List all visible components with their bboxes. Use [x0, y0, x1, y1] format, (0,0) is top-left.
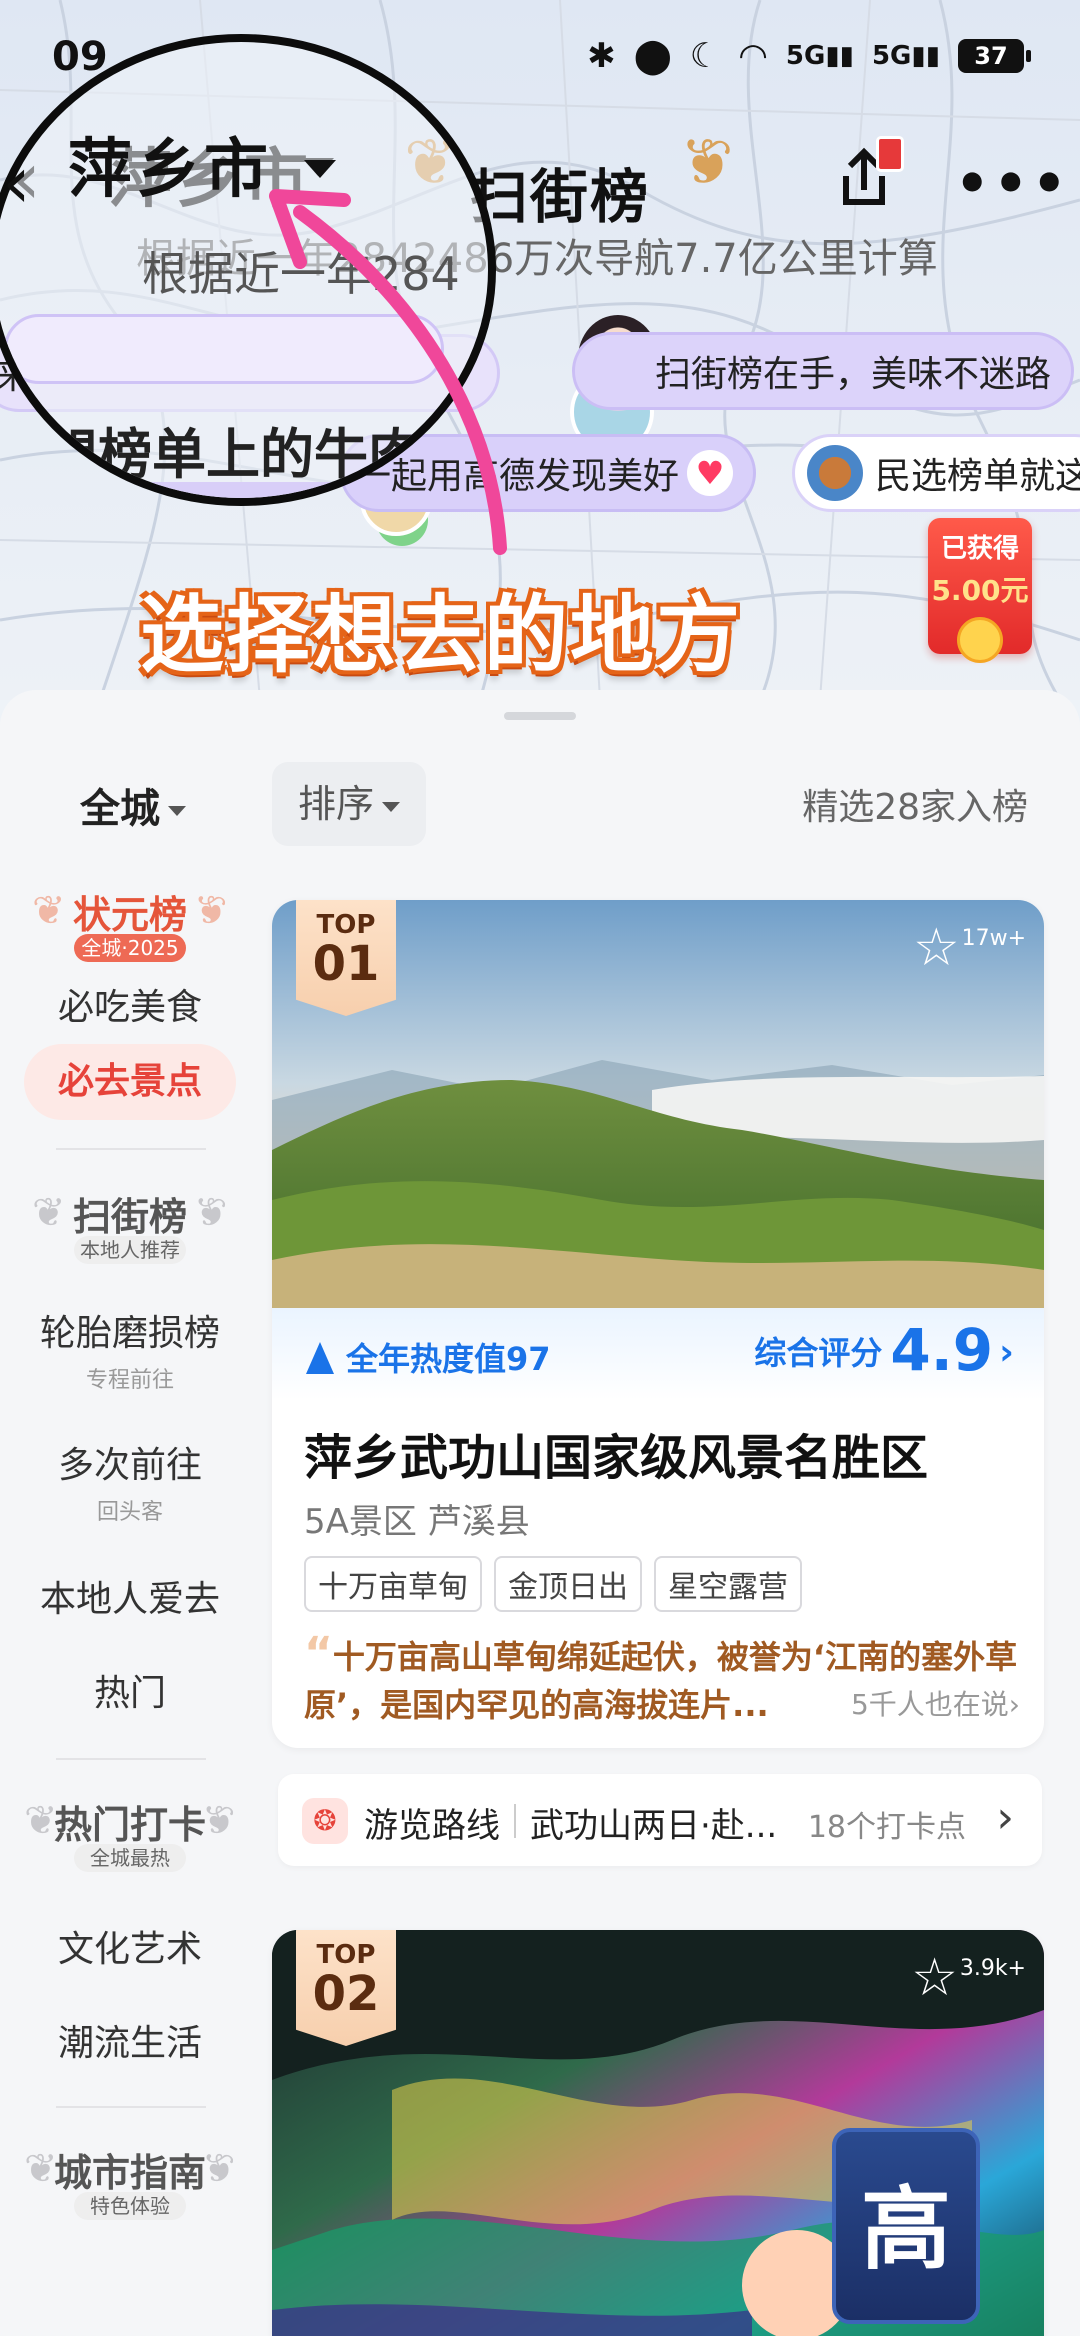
drag-handle[interactable]	[504, 712, 576, 720]
sidebar-item-sights[interactable]: 必去景点	[24, 1044, 236, 1120]
poi-tags: 十万亩草甸 金顶日出 星空露营	[304, 1556, 802, 1612]
rank-number: 02	[312, 1966, 380, 2022]
sidebar-group-checkin[interactable]: ❦ 热门打卡 ❦ 全城最热	[24, 1790, 236, 1880]
divider	[514, 1804, 516, 1838]
sidebar-group-guide[interactable]: ❦ 城市指南 ❦ 特色体验	[24, 2138, 236, 2228]
chevron-right-icon: ›	[999, 1332, 1014, 1373]
navigation-arrow-icon	[306, 1342, 334, 1374]
laurel-icon: ❦	[202, 2146, 236, 2192]
group-sub: 全城·2025	[74, 934, 186, 962]
sidebar-item-label: 多次前往	[57, 1445, 202, 1486]
heat-value: 全年热度值97	[306, 1334, 551, 1380]
score-value: 4.9	[890, 1316, 994, 1384]
favorite-count: 3.9k+	[959, 1956, 1026, 1981]
favorite-button[interactable]: ☆ 17w+	[913, 922, 1026, 974]
sidebar-item-culture[interactable]: 文化艺术	[0, 1920, 260, 1972]
sort-filter[interactable]: 排序	[272, 762, 427, 846]
group-title: 城市指南	[53, 2151, 206, 2195]
sidebar-group-street[interactable]: ❦ 扫街榜 ❦ 本地人推荐	[30, 1182, 230, 1272]
city-filter[interactable]: 全城	[80, 776, 186, 834]
poi-meta: 5A景区 芦溪县	[304, 1502, 530, 1542]
ranking-sheet: 全城 排序 精选28家入榜 ❦ 状元榜 ❦ 全城·2025 必吃美食 必去景点 …	[0, 690, 1080, 2336]
group-sub: 全城最热	[74, 1844, 186, 1872]
group-title: 热门打卡	[53, 1803, 206, 1847]
chevron-right-icon: ›	[996, 1792, 1014, 1843]
favorite-count: 17w+	[961, 926, 1026, 951]
route-label: 游览路线	[364, 1806, 500, 1846]
group-sub: 特色体验	[74, 2192, 186, 2220]
laurel-icon: ❦	[194, 1190, 228, 1236]
wreath-badge: ❦ 热门打卡 ❦ 全城最热	[24, 1790, 236, 1880]
hero-map: 09 ✱ ⬤ ☾ ◠ 5G▮▮ 5G▮▮ 37 ‹ 萍乡市 ❦ 扫街榜 ❦ ••…	[0, 0, 1080, 700]
coin-icon	[957, 617, 1003, 663]
star-icon: ☆	[912, 918, 960, 978]
rank-badge: TOP 01	[296, 900, 396, 1016]
rank-badge: TOP 02	[296, 1930, 396, 2046]
heat-score-row: 全年热度值97 综合评分 4.9 ›	[272, 1308, 1044, 1400]
category-sidebar: ❦ 状元榜 ❦ 全城·2025 必吃美食 必去景点 ❦ 扫街榜 ❦ 本地人推荐 …	[0, 880, 260, 2336]
sidebar-item-local[interactable]: 本地人爱去	[0, 1570, 260, 1622]
red-packet-badge[interactable]: 已获得 5.00元	[928, 518, 1032, 663]
sidebar-item-food[interactable]: 必吃美食	[0, 978, 260, 1030]
gaode-card-overlay[interactable]: 高	[832, 2128, 980, 2324]
poi-title[interactable]: 萍乡武功山国家级风景名胜区	[304, 1418, 928, 1488]
sidebar-item-repeat[interactable]: 多次前往 回头客	[0, 1436, 260, 1526]
divider	[56, 1758, 206, 1760]
red-packet-label: 已获得	[940, 534, 1019, 564]
sidebar-item-hot[interactable]: 热门	[0, 1664, 260, 1716]
heat-text: 全年热度值97	[346, 1340, 551, 1378]
sidebar-group-champion[interactable]: ❦ 状元榜 ❦ 全城·2025	[30, 880, 230, 970]
sidebar-item-trend[interactable]: 潮流生活	[0, 2014, 260, 2066]
rank-label: TOP	[316, 1940, 376, 1970]
card-photo[interactable]: TOP 02 ☆ 3.9k+ 高	[272, 1930, 1044, 2336]
route-count: 18个打卡点	[807, 1810, 966, 1845]
wreath-badge: ❦ 状元榜 ❦ 全城·2025	[30, 880, 230, 970]
cta-banner: 选择想去的地方	[140, 586, 743, 684]
divider	[56, 1148, 206, 1150]
score-label: 综合评分	[754, 1334, 883, 1372]
route-title: 武功山两日·赴...	[530, 1806, 778, 1846]
filter-bar: 全城 排序 精选28家入榜	[0, 754, 1080, 846]
result-count: 精选28家入榜	[802, 787, 1028, 828]
route-icon: ❂	[302, 1798, 348, 1844]
review-quote[interactable]: “十万亩高山草甸绵延起伏，被誉为‘江南的塞外草原’，是国内罕见的高海拔连片...…	[304, 1630, 1020, 1729]
overall-score[interactable]: 综合评分 4.9 ›	[754, 1316, 1014, 1384]
ranking-card[interactable]: TOP 02 ☆ 3.9k+ 高	[272, 1930, 1044, 2336]
laurel-icon: ❦	[194, 888, 228, 934]
rank-label: TOP	[316, 910, 376, 940]
divider	[56, 2106, 206, 2108]
sidebar-item-label: 轮胎磨损榜	[39, 1313, 220, 1354]
sidebar-item-sub: 专程前往	[85, 1368, 174, 1393]
red-packet-amount: 5.00元	[931, 574, 1029, 607]
favorite-button[interactable]: ☆ 3.9k+	[911, 1952, 1026, 2004]
star-icon: ☆	[911, 1948, 958, 2008]
sidebar-item-sub: 回头客	[96, 1500, 163, 1525]
card-photo[interactable]: TOP 01 ☆ 17w+	[272, 900, 1044, 1308]
tag: 星空露营	[654, 1556, 802, 1612]
sidebar-item-tire[interactable]: 轮胎磨损榜 专程前往	[0, 1304, 260, 1394]
tag: 金顶日出	[494, 1556, 642, 1612]
wreath-badge: ❦ 城市指南 ❦ 特色体验	[24, 2138, 236, 2228]
laurel-icon: ❦	[202, 1798, 236, 1844]
rank-number: 01	[312, 936, 380, 992]
route-bar[interactable]: ❂ 游览路线 武功山两日·赴... 18个打卡点 ›	[278, 1774, 1042, 1866]
ranking-card[interactable]: TOP 01 ☆ 17w+ 全年热度值97 综合评分 4.9 › 萍乡武功山国家级风…	[272, 900, 1044, 1748]
group-sub: 本地人推荐	[74, 1236, 186, 1264]
discussion-count[interactable]: 5千人也在说›	[840, 1681, 1020, 1729]
wreath-badge: ❦ 扫街榜 ❦ 本地人推荐	[30, 1182, 230, 1272]
tag: 十万亩草甸	[304, 1556, 482, 1612]
quote-icon: “	[304, 1628, 333, 1679]
